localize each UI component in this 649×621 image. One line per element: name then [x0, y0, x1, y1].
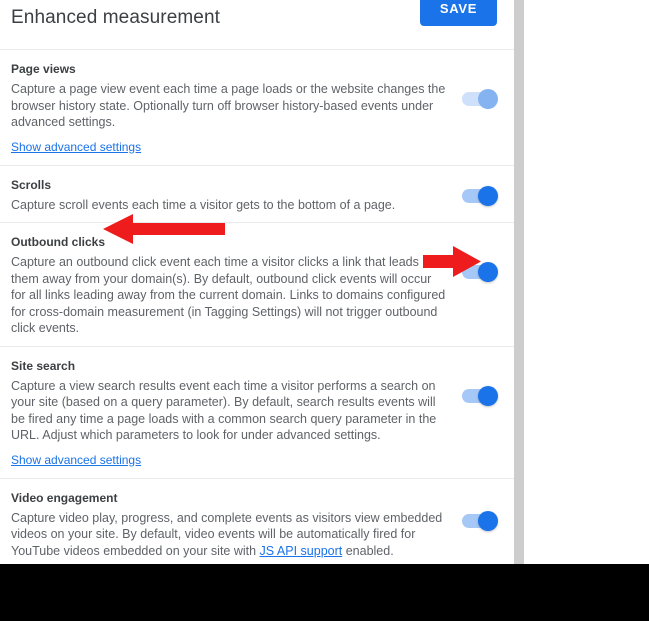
- show-advanced-settings-link-site-search[interactable]: Show advanced settings: [11, 453, 141, 467]
- settings-list: Page views Capture a page view event eac…: [0, 50, 514, 564]
- section-description: Capture scroll events each time a visito…: [11, 197, 396, 212]
- section-title: Page views: [11, 62, 76, 76]
- toggle-knob: [478, 89, 498, 109]
- section-description: Capture a page view event each time a pa…: [11, 82, 446, 129]
- section-description: Capture an outbound click event each tim…: [11, 255, 446, 335]
- section-title: Site search: [11, 358, 76, 373]
- toggle-page-views[interactable]: [462, 89, 498, 109]
- scrollbar[interactable]: [514, 0, 524, 564]
- dialog-header: Enhanced measurement SAVE: [0, 0, 514, 50]
- show-advanced-settings-link-page-views[interactable]: Show advanced settings: [11, 140, 141, 154]
- toggle-knob: [478, 262, 498, 282]
- section-title: Outbound clicks: [11, 235, 106, 249]
- section-title: Video engagement: [11, 490, 118, 505]
- toggle-site-search[interactable]: [462, 385, 498, 406]
- screen: Enhanced measurement SAVE Page views Cap…: [0, 0, 649, 621]
- js-api-support-link[interactable]: JS API support: [260, 544, 343, 558]
- toggle-knob: [478, 510, 498, 531]
- save-button[interactable]: SAVE: [420, 0, 497, 26]
- page-background-right: [524, 0, 649, 564]
- cropped-black-area: [0, 564, 649, 621]
- setting-section-page-views: Page views Capture a page view event eac…: [0, 50, 514, 166]
- setting-section-outbound-clicks: Outbound clicks Capture an outbound clic…: [0, 223, 514, 347]
- scrollbar-thumb[interactable]: [514, 0, 524, 564]
- setting-section-video-engagement: Video engagement Capture video play, pro…: [0, 479, 514, 565]
- toggle-knob: [478, 385, 498, 406]
- section-description: Capture a view search results event each…: [11, 378, 437, 443]
- setting-section-site-search: Site search Capture a view search result…: [0, 347, 514, 479]
- page-title: Enhanced measurement: [11, 7, 221, 28]
- toggle-outbound-clicks[interactable]: [462, 262, 498, 282]
- toggle-scrolls[interactable]: [462, 185, 498, 206]
- section-description: Capture video play, progress, and comple…: [11, 510, 446, 560]
- toggle-video-engagement[interactable]: [462, 510, 498, 531]
- enhanced-measurement-dialog: Enhanced measurement SAVE Page views Cap…: [0, 0, 514, 564]
- section-title: Scrolls: [11, 177, 52, 192]
- setting-section-scrolls: Scrolls Capture scroll events each time …: [0, 166, 514, 223]
- toggle-knob: [478, 185, 498, 206]
- description-text-after: enabled.: [342, 543, 394, 558]
